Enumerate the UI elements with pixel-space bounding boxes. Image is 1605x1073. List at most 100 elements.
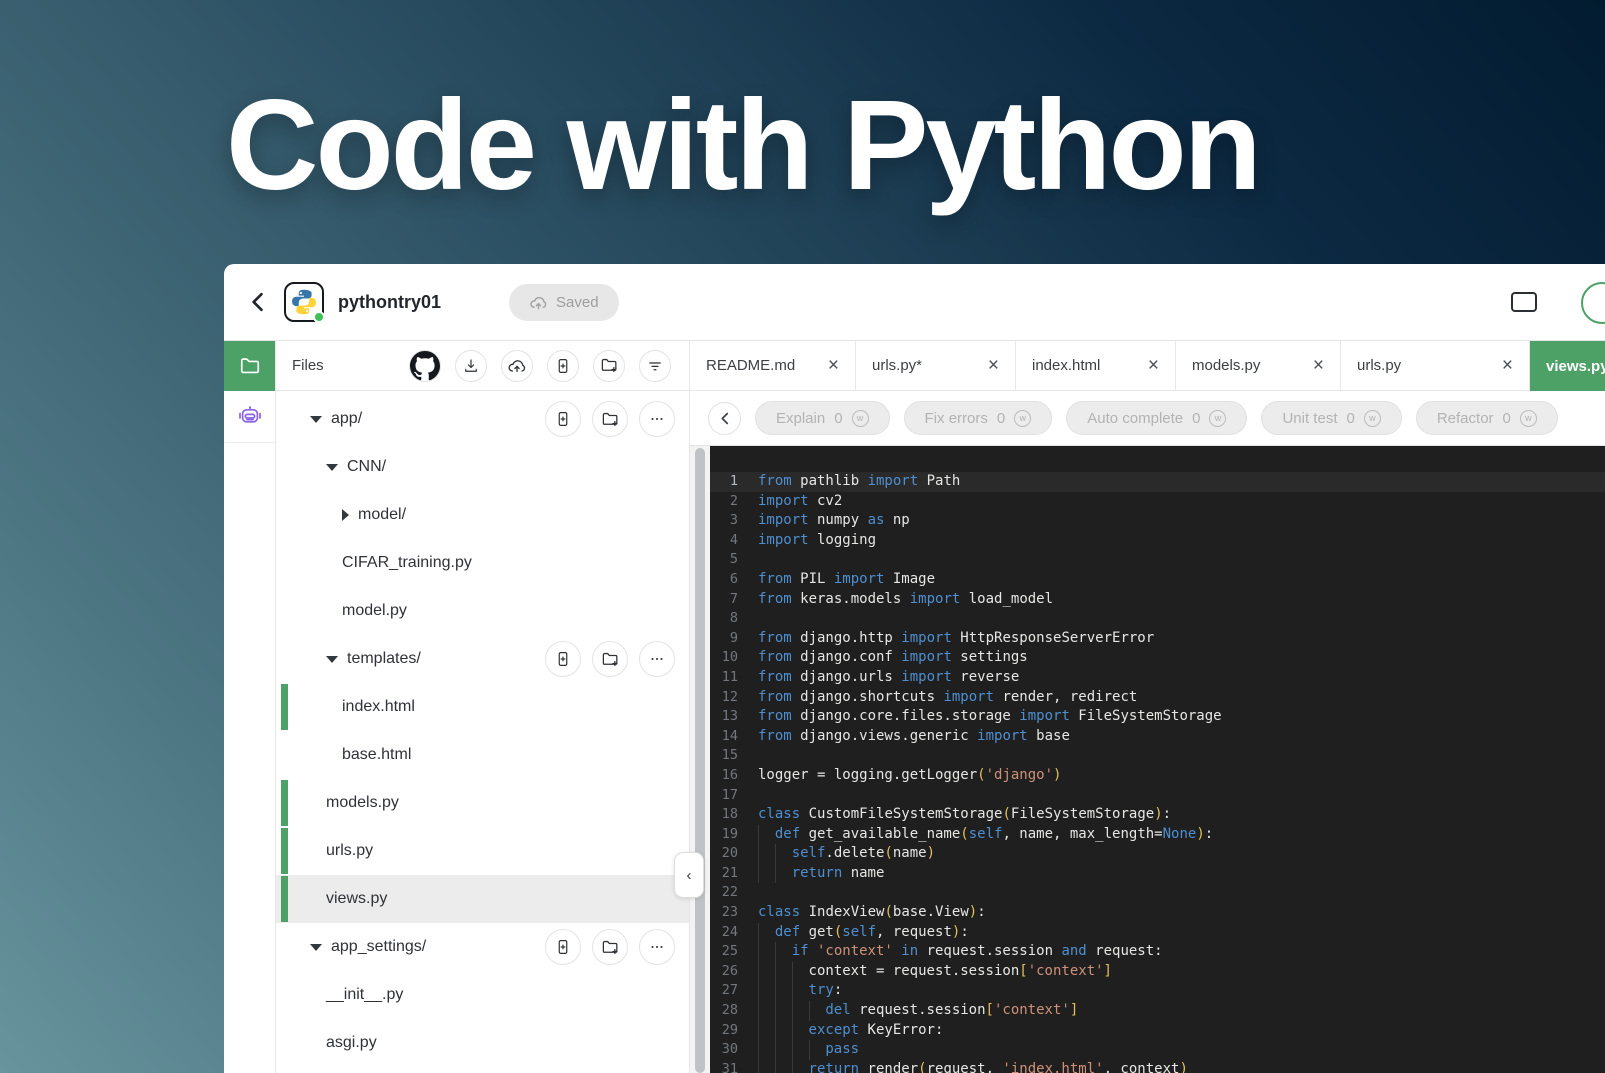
line-number: 9 <box>710 629 738 649</box>
tab-models-py[interactable]: models.py× <box>1176 341 1341 391</box>
close-tab-icon[interactable]: × <box>1138 356 1159 375</box>
tree-item-label: model/ <box>358 506 406 524</box>
token-keyword: import <box>758 493 809 509</box>
tree-item-cifar-training-py[interactable]: CIFAR_training.py <box>276 539 689 587</box>
token-bracket: ) <box>1196 826 1204 842</box>
tree-item-index-html[interactable]: index.html <box>276 683 689 731</box>
close-tab-icon[interactable]: × <box>978 356 999 375</box>
tab-urls-py[interactable]: urls.py× <box>1341 341 1530 391</box>
toolbar-collapse-button[interactable] <box>708 402 741 435</box>
token-keyword: class <box>758 904 800 920</box>
new-folder-button[interactable] <box>592 929 628 965</box>
profile-circle-button[interactable] <box>1581 282 1605 324</box>
scrollbar-thumb[interactable] <box>695 448 705 1073</box>
collapse-panel-handle[interactable]: ‹ <box>674 852 704 898</box>
tree-item-model[interactable]: model/ <box>276 491 689 539</box>
robot-icon <box>238 405 262 429</box>
line-number: 10 <box>710 648 738 668</box>
explain-button[interactable]: Explain0w <box>755 401 890 435</box>
tree-item-base-html[interactable]: base.html <box>276 731 689 779</box>
new-folder-button[interactable] <box>592 401 628 437</box>
more-options-button[interactable] <box>639 929 675 965</box>
token-keyword: self <box>969 826 1003 842</box>
panel-scrollbar[interactable] <box>690 446 710 1073</box>
tree-item-label: CIFAR_training.py <box>342 554 472 572</box>
fix-errors-button[interactable]: Fix errors0w <box>904 401 1053 435</box>
line-number: 4 <box>710 531 738 551</box>
tree-item-init-py[interactable]: __init__.py <box>276 971 689 1019</box>
tab-urls-py[interactable]: urls.py*× <box>856 341 1016 391</box>
code-line-content: from django.urls import reverse <box>758 668 1019 688</box>
back-button[interactable] <box>246 291 268 313</box>
indent-guide <box>775 942 792 962</box>
tab-index-html[interactable]: index.html× <box>1016 341 1176 391</box>
token-keyword: from <box>758 630 792 646</box>
more-options-button[interactable] <box>639 641 675 677</box>
tree-item-app-settings[interactable]: app_settings/ <box>276 923 689 971</box>
tree-item-cnn[interactable]: CNN/ <box>276 443 689 491</box>
status-dot <box>313 311 325 323</box>
token-text: base <box>1028 728 1070 744</box>
token-keyword: self <box>792 845 826 861</box>
filter-button[interactable] <box>639 350 671 382</box>
tree-item-urls-py[interactable]: urls.py <box>276 827 689 875</box>
refactor-button[interactable]: Refactor0w <box>1416 401 1558 435</box>
token-text <box>809 943 817 959</box>
chevron-down-icon[interactable] <box>310 416 322 423</box>
line-number: 25 <box>710 942 738 962</box>
chevron-right-icon[interactable] <box>342 509 349 521</box>
new-folder-button[interactable] <box>592 641 628 677</box>
tree-item-asgi-py[interactable]: asgi.py <box>276 1019 689 1067</box>
new-folder-icon <box>601 650 620 669</box>
code-line: 24def get(self, request): <box>710 923 1605 943</box>
tree-item-app[interactable]: app/ <box>276 395 689 443</box>
line-number: 1 <box>710 472 738 492</box>
token-keyword: from <box>758 669 792 685</box>
close-tab-icon[interactable]: × <box>1492 356 1513 375</box>
close-tab-icon[interactable]: × <box>1303 356 1324 375</box>
new-file-button[interactable] <box>545 641 581 677</box>
tree-item-label: __init__.py <box>326 986 403 1004</box>
saved-button[interactable]: Saved <box>509 284 619 321</box>
new-file-button[interactable] <box>545 929 581 965</box>
close-tab-icon[interactable]: × <box>818 356 839 375</box>
chevron-down-icon[interactable] <box>326 656 338 663</box>
project-logo[interactable] <box>284 282 324 322</box>
tab-views-py[interactable]: views.py× <box>1530 341 1605 391</box>
auto-complete-button[interactable]: Auto complete0w <box>1066 401 1247 435</box>
tree-row-actions <box>545 929 675 965</box>
tree-item-templates[interactable]: templates/ <box>276 635 689 683</box>
line-number: 16 <box>710 766 738 786</box>
token-text: name <box>842 865 884 881</box>
token-keyword: del <box>825 1002 850 1018</box>
chevron-down-icon[interactable] <box>310 944 322 951</box>
new-file-button[interactable] <box>545 401 581 437</box>
cloud-upload-button[interactable] <box>501 350 533 382</box>
unit-test-button[interactable]: Unit test0w <box>1261 401 1401 435</box>
tree-item-model-py[interactable]: model.py <box>276 587 689 635</box>
tree-item-models-py[interactable]: models.py <box>276 779 689 827</box>
token-text: django.views.generic <box>792 728 977 744</box>
maximize-button[interactable] <box>1511 292 1537 312</box>
download-button[interactable] <box>455 350 487 382</box>
github-button[interactable] <box>409 350 441 382</box>
line-number: 3 <box>710 511 738 531</box>
more-options-button[interactable] <box>639 401 675 437</box>
rail-files-button[interactable] <box>224 341 275 391</box>
tree-item-views-py[interactable]: views.py <box>276 875 689 923</box>
code-line-content: def get_available_name(self, name, max_l… <box>758 825 1213 845</box>
new-file-icon <box>554 357 572 375</box>
token-keyword: class <box>758 806 800 822</box>
tab-readme-md[interactable]: README.md× <box>690 341 856 391</box>
token-keyword: import <box>758 512 809 528</box>
token-text: request, <box>927 1061 1003 1073</box>
token-text: keras.models <box>792 591 910 607</box>
chevron-down-icon[interactable] <box>326 464 338 471</box>
token-text: CustomFileSystemStorage <box>800 806 1002 822</box>
new-folder-button[interactable] <box>593 350 625 382</box>
new-file-button[interactable] <box>547 350 579 382</box>
code-editor[interactable]: 1from pathlib import Path2import cv23imp… <box>710 446 1605 1073</box>
code-line-content: def get(self, request): <box>758 923 969 943</box>
rail-assistant-button[interactable] <box>224 391 275 443</box>
code-line-content: from PIL import Image <box>758 570 935 590</box>
